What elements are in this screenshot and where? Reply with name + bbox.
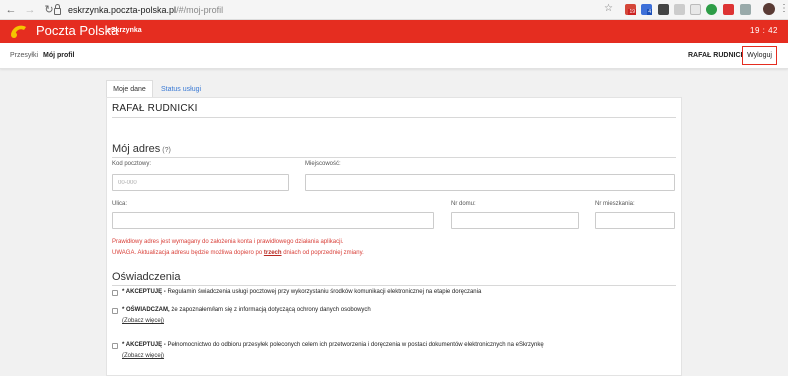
apartment-number-input[interactable] <box>595 212 675 229</box>
logout-button[interactable]: Wyloguj <box>742 46 777 65</box>
back-icon[interactable]: ← <box>3 2 19 18</box>
extension-green-icon[interactable] <box>706 4 717 15</box>
see-more-link[interactable]: (Zobacz więcej) <box>122 353 164 359</box>
house-number-label: Nr domu: <box>451 201 476 207</box>
gmail-extension-icon[interactable]: 19 <box>625 4 636 15</box>
address-required-warning: Prawidłowy adres jest wymagany do założe… <box>112 239 344 245</box>
address-bar[interactable]: eskrzynka.poczta-polska.pl/#/moj-profil <box>52 2 614 18</box>
declaration-bold: * OŚWIADCZAM, <box>122 307 170 313</box>
bookmark-star-icon[interactable]: ☆ <box>604 3 613 14</box>
extension-red-icon[interactable] <box>723 4 734 15</box>
warning-text-start: UWAGA. Aktualizacja adresu będzie możliw… <box>112 250 264 256</box>
house-number-input[interactable] <box>451 212 579 229</box>
forward-icon[interactable]: → <box>22 2 38 18</box>
declaration-text: * AKCEPTUJĘ - Regulamin świadczenia usłu… <box>122 289 481 295</box>
address-section-title: Mój adres (?) <box>112 143 171 155</box>
see-more-link[interactable]: (Zobacz więcej) <box>122 318 164 324</box>
nav-shipments[interactable]: Przesyłki <box>10 52 38 59</box>
menu-kebab-icon[interactable]: ⋮ <box>779 3 788 15</box>
post-horn-logo-icon[interactable] <box>8 22 28 40</box>
profile-name: RAFAŁ RUDNICKI <box>112 103 198 114</box>
postal-code-label: Kod pocztowy: <box>112 161 152 167</box>
warning-text-end: dniach od poprzedniej zmiany. <box>281 250 364 256</box>
address-title: Mój adres <box>112 143 161 155</box>
three-days-link: trzech <box>263 250 282 256</box>
lock-icon <box>54 3 61 15</box>
declaration-checkbox[interactable] <box>112 343 118 349</box>
declaration-body: że zapoznałem/łam się z informacją dotyc… <box>169 307 371 313</box>
declaration-text: * OŚWIADCZAM, że zapoznałem/łam się z in… <box>122 307 371 313</box>
divider <box>112 285 676 286</box>
calendar-badge: 4 <box>647 9 652 15</box>
gmail-badge: 19 <box>628 9 636 15</box>
profile-avatar[interactable] <box>763 3 775 15</box>
street-label: Ulica: <box>112 201 128 207</box>
tab-my-data[interactable]: Moje dane <box>106 80 153 98</box>
browser-toolbar: ← → ↻ eskrzynka.poczta-polska.pl/#/moj-p… <box>0 0 788 20</box>
user-name: RAFAŁ RUDNICKI <box>688 52 748 59</box>
app-header: Poczta Polska eSkrzynka 19 : 42 <box>0 20 788 43</box>
nav-my-profile[interactable]: Mój profil <box>43 52 75 59</box>
calendar-extension-icon[interactable]: 4 <box>641 4 652 15</box>
app-nav: Przesyłki Mój profil RAFAŁ RUDNICKI Wylo… <box>0 43 788 69</box>
extension-doc-icon[interactable] <box>690 4 701 15</box>
extension-grey-icon[interactable] <box>674 4 685 15</box>
declaration-checkbox[interactable] <box>112 290 118 296</box>
declaration-bold: * AKCEPTUJĘ - <box>122 289 166 295</box>
declaration-body: Pełnomocnictwo do odbioru przesyłek pole… <box>165 342 544 348</box>
profile-panel <box>106 97 682 376</box>
url-host: eskrzynka.poczta-polska.pl <box>68 5 177 15</box>
address-update-warning: UWAGA. Aktualizacja adresu będzie możliw… <box>112 250 364 256</box>
tab-service-status[interactable]: Status usługi <box>156 80 206 98</box>
city-input[interactable] <box>305 174 675 191</box>
url-path: /#/moj-profil <box>176 5 224 15</box>
extension-dark-icon[interactable] <box>658 4 669 15</box>
declaration-checkbox[interactable] <box>112 308 118 314</box>
divider <box>112 117 676 118</box>
street-input[interactable] <box>112 212 434 229</box>
declarations-title: Oświadczenia <box>112 271 181 283</box>
session-clock: 19 : 42 <box>750 26 778 35</box>
help-hint[interactable]: (?) <box>162 147 171 154</box>
brand-subtitle: eSkrzynka <box>107 27 142 34</box>
declaration-bold: * AKCEPTUJĘ - <box>122 342 166 348</box>
declaration-body: Regulamin świadczenia usługi pocztowej p… <box>165 289 482 295</box>
postal-code-input[interactable] <box>112 174 289 191</box>
city-label: Miejscowość: <box>305 161 341 167</box>
divider <box>112 157 676 158</box>
extension-shield-icon[interactable] <box>740 4 751 15</box>
declaration-text: * AKCEPTUJĘ - Pełnomocnictwo do odbioru … <box>122 342 544 348</box>
apartment-number-label: Nr mieszkania: <box>595 201 635 207</box>
